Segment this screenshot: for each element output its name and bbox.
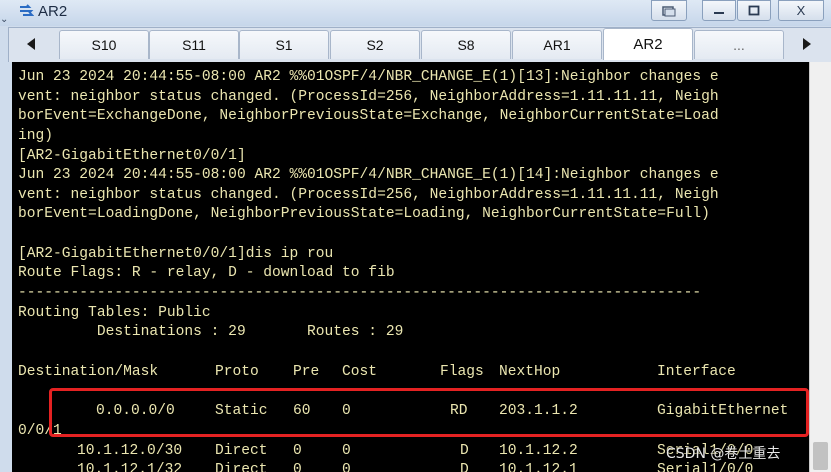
triangle-left-icon xyxy=(27,38,35,50)
app-icon xyxy=(20,4,34,16)
triangle-right-icon xyxy=(803,38,811,50)
restore-icon xyxy=(662,5,676,16)
header-flags: Flags xyxy=(440,364,484,380)
default-route-highlight xyxy=(49,388,809,437)
watermark: CSDN @卷土重去 xyxy=(666,446,781,462)
route-nexthop: 10.1.12.1 xyxy=(499,462,578,472)
console-line: Routing Tables: Public xyxy=(18,305,211,321)
route-proto: Direct xyxy=(215,443,268,459)
tab-s1[interactable]: S1 xyxy=(239,30,329,59)
route-pre: 0 xyxy=(293,462,302,472)
console-line: borEvent=LoadingDone, NeighborPreviousSt… xyxy=(18,206,710,222)
route-cost: 0 xyxy=(342,443,351,459)
console-line: ----------------------------------------… xyxy=(18,285,702,301)
route-nexthop: 10.1.12.2 xyxy=(499,443,578,459)
tab-scroll-left-button[interactable] xyxy=(12,30,50,58)
header-pre: Pre xyxy=(293,364,320,380)
tab-s10[interactable]: S10 xyxy=(59,30,149,59)
console-line: [AR2-GigabitEthernet0/0/1] xyxy=(18,148,246,164)
maximize-icon xyxy=(748,5,760,15)
route-pre: 0 xyxy=(293,443,302,459)
header-nexthop: NextHop xyxy=(499,364,561,380)
route-proto: Direct xyxy=(215,462,268,472)
tab-s2[interactable]: S2 xyxy=(330,30,420,59)
route-cost: 0 xyxy=(342,462,351,472)
route-destination: 10.1.12.0/30 xyxy=(77,443,183,459)
console-output[interactable]: Jun 23 2024 20:44:55-08:00 AR2 %%01OSPF/… xyxy=(12,62,809,472)
console-line: vent: neighbor status changed. (ProcessI… xyxy=(18,89,719,105)
minimize-button[interactable] xyxy=(702,0,736,21)
console-line: ing) xyxy=(18,128,54,144)
title-bar: AR2 X xyxy=(0,0,831,26)
console-line: Route Flags: R - relay, D - download to … xyxy=(18,265,395,281)
minimize-icon xyxy=(714,11,724,14)
console-line: [AR2-GigabitEthernet0/0/1]dis ip rou xyxy=(18,246,334,262)
close-icon: X xyxy=(796,3,806,18)
restore-button[interactable] xyxy=(651,0,687,21)
tab-s11[interactable]: S11 xyxy=(149,30,239,59)
console-scrollbar[interactable] xyxy=(809,62,831,472)
console-line: Jun 23 2024 20:44:55-08:00 AR2 %%01OSPF/… xyxy=(18,167,719,183)
edge-mark: ⌄ xyxy=(0,14,9,25)
console-line: Destinations : 29 Routes : 29 xyxy=(18,324,404,340)
scrollbar-thumb[interactable] xyxy=(813,442,828,470)
tab-scroll-right-button[interactable] xyxy=(788,30,826,58)
route-flags: D xyxy=(460,443,469,459)
header-cost: Cost xyxy=(342,364,378,380)
header-proto: Proto xyxy=(215,364,259,380)
tab-ar2[interactable]: AR2 xyxy=(603,28,693,60)
console-line: borEvent=ExchangeDone, NeighborPreviousS… xyxy=(18,108,719,124)
window-title: AR2 xyxy=(38,3,68,20)
tab-ar1[interactable]: AR1 xyxy=(512,30,602,59)
tab-s8[interactable]: S8 xyxy=(421,30,511,59)
maximize-button[interactable] xyxy=(737,0,771,21)
header-interface: Interface xyxy=(657,364,736,380)
route-flags: D xyxy=(460,462,469,472)
close-button[interactable]: X xyxy=(778,0,824,21)
console-line: Jun 23 2024 20:44:55-08:00 AR2 %%01OSPF/… xyxy=(18,69,719,85)
route-destination: 10.1.12.1/32 xyxy=(77,462,183,472)
header-destination: Destination/Mask xyxy=(18,364,159,380)
console-line: vent: neighbor status changed. (ProcessI… xyxy=(18,187,719,203)
tab-more[interactable]: ... xyxy=(694,30,784,59)
